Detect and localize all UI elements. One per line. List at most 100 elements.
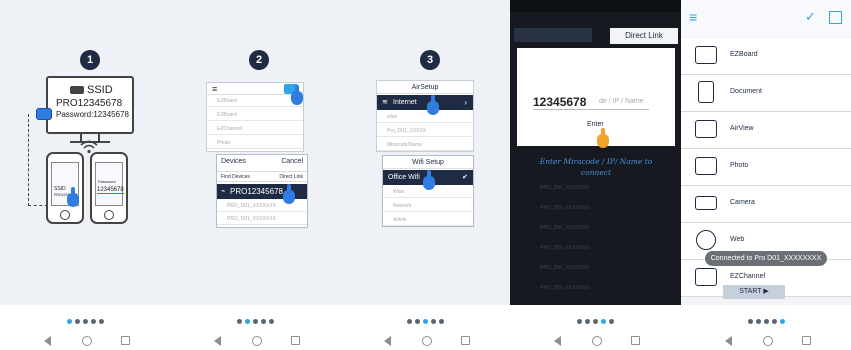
page-dot[interactable] [779, 319, 785, 324]
menu-item-camera[interactable]: Camera [681, 186, 851, 223]
devices-dialog: Devices Cancel Find Devices Direct Link … [216, 154, 308, 228]
page-dot[interactable] [755, 319, 761, 324]
recents-icon[interactable] [291, 336, 300, 345]
recents-icon[interactable] [802, 336, 811, 345]
code-input[interactable]: 12345678 de / IP / Name [533, 94, 649, 110]
page-indicator [0, 319, 170, 324]
enter-button[interactable]: Enter [587, 121, 604, 128]
list-item[interactable]: PRO_D01_XXXXXXX [540, 205, 589, 211]
back-icon[interactable] [554, 336, 561, 346]
home-button [60, 210, 70, 220]
recents-icon[interactable] [121, 336, 130, 345]
device-list: PRO_D01_XXXXXXX PRO_D01_XXXXXXX PRO_D01_… [510, 185, 681, 305]
menu-item[interactable]: EZChannel [207, 124, 303, 135]
home-icon[interactable] [252, 336, 262, 346]
list-item[interactable]: PRO_D01_XXXXXXX [540, 185, 589, 191]
enter-card: 12345678 de / IP / Name Enter [517, 48, 675, 148]
menu-item-ezboard[interactable]: EZBoard [681, 38, 851, 75]
page-dot[interactable] [90, 319, 96, 324]
menu-item[interactable]: EZBoard [207, 96, 303, 107]
page-dot[interactable] [771, 319, 777, 324]
wifi-icon: ≋ [382, 99, 388, 106]
page-dot[interactable] [260, 319, 266, 324]
page-dot[interactable] [601, 319, 606, 324]
checkmark-icon[interactable]: ✓ [805, 9, 816, 25]
dim-tab [514, 28, 592, 42]
internet-row[interactable]: ≋ Internet › [377, 95, 473, 115]
home-icon[interactable] [763, 336, 773, 346]
office-wifi-label: Office Wifi [388, 174, 420, 181]
wifi-setup-dialog: Wifi Setup Office Wifi ✔ Wlan Network Ai… [382, 155, 474, 227]
device-row-selected[interactable]: ⌁ PRO12345678 [217, 184, 307, 204]
wifi-row[interactable]: Network [383, 201, 473, 212]
page-dot[interactable] [609, 319, 614, 324]
password-label: Password:12345678 [56, 110, 129, 119]
page-dot[interactable] [252, 319, 258, 324]
page-dot[interactable] [236, 319, 242, 324]
page-dot[interactable] [98, 319, 104, 324]
page-dot[interactable] [244, 319, 250, 324]
home-button [104, 210, 114, 220]
back-icon[interactable] [384, 336, 391, 346]
setting-row[interactable]: Miracode/Name [377, 140, 473, 151]
menu-item-photo[interactable]: Photo [681, 149, 851, 186]
back-icon[interactable] [725, 336, 732, 346]
page-dot[interactable] [422, 319, 428, 324]
page-dot[interactable] [74, 319, 80, 324]
page-dot[interactable] [268, 319, 274, 324]
page-dot[interactable] [438, 319, 444, 324]
page-dot[interactable] [82, 319, 88, 324]
direct-link-tab[interactable]: Direct Link [279, 174, 303, 180]
hamburger-icon[interactable]: ≡ [689, 9, 697, 25]
wifi-row[interactable]: Airlink [383, 215, 473, 226]
list-item[interactable]: PRO_D01_XXXXXXX [540, 245, 589, 251]
page-dot[interactable] [577, 319, 582, 324]
menu-item-airview[interactable]: AirView [681, 112, 851, 149]
menu-item[interactable]: Photo [207, 138, 303, 149]
back-icon[interactable] [44, 336, 51, 346]
page-dot[interactable] [406, 319, 412, 324]
wifi-row[interactable]: Wlan [383, 187, 473, 198]
camera-icon [695, 196, 717, 210]
check-icon: ✔ [462, 174, 468, 181]
page-dot[interactable] [763, 319, 769, 324]
home-icon[interactable] [82, 336, 92, 346]
airsetup-card: AirSetup ≋ Internet › wlan Pro_D01_XXXXX… [376, 80, 474, 152]
page-dot[interactable] [585, 319, 590, 324]
page-dot[interactable] [414, 319, 420, 324]
close-box-icon[interactable] [829, 11, 842, 24]
menu-item[interactable]: EZBoard [207, 110, 303, 121]
device-row[interactable]: PRO_D01_XXXXXXX [217, 201, 307, 212]
screen-1-panel: 1 SSID PRO12345678 Password:12345678 SSI… [0, 0, 170, 305]
list-item[interactable]: PRO_D01_XXXXXXX [540, 225, 589, 231]
photo-icon [695, 157, 717, 175]
page-dot[interactable] [66, 319, 72, 324]
ezboard-icon [695, 46, 717, 64]
list-item[interactable]: PRO_D01_XXXXXXX [540, 285, 589, 291]
menu-item-document[interactable]: Document [681, 75, 851, 112]
home-icon[interactable] [422, 336, 432, 346]
page-dot[interactable] [430, 319, 436, 324]
find-devices-tab[interactable]: Find Devices [221, 174, 250, 180]
direct-link-button[interactable]: Direct Link [610, 28, 678, 44]
ssid-label: SSID [87, 84, 113, 96]
devices-title: Devices [221, 158, 246, 165]
recents-icon[interactable] [631, 336, 640, 345]
hamburger-icon[interactable]: ≡ [212, 84, 217, 94]
home-icon[interactable] [592, 336, 602, 346]
cancel-button[interactable]: Cancel [281, 158, 303, 165]
connected-toast: Connected to Pro D01_XXXXXXXX [705, 251, 827, 266]
menu-label: Document [730, 88, 762, 95]
back-icon[interactable] [214, 336, 221, 346]
phone-left: SSID PRO12345678 [46, 152, 84, 224]
device-row[interactable]: PRO_D01_XXXXXXX [217, 214, 307, 225]
page-dot[interactable] [747, 319, 753, 324]
setting-row[interactable]: wlan [377, 112, 473, 123]
setting-row[interactable]: Pro_D01_XXXXX [377, 126, 473, 137]
office-wifi-row[interactable]: Office Wifi ✔ [383, 170, 473, 190]
list-item[interactable]: PRO_D01_XXXXXXX [540, 265, 589, 271]
page-dot[interactable] [593, 319, 598, 324]
menu-label: EZChannel [730, 273, 766, 280]
recents-icon[interactable] [461, 336, 470, 345]
start-button[interactable]: START ▶ [723, 285, 785, 299]
